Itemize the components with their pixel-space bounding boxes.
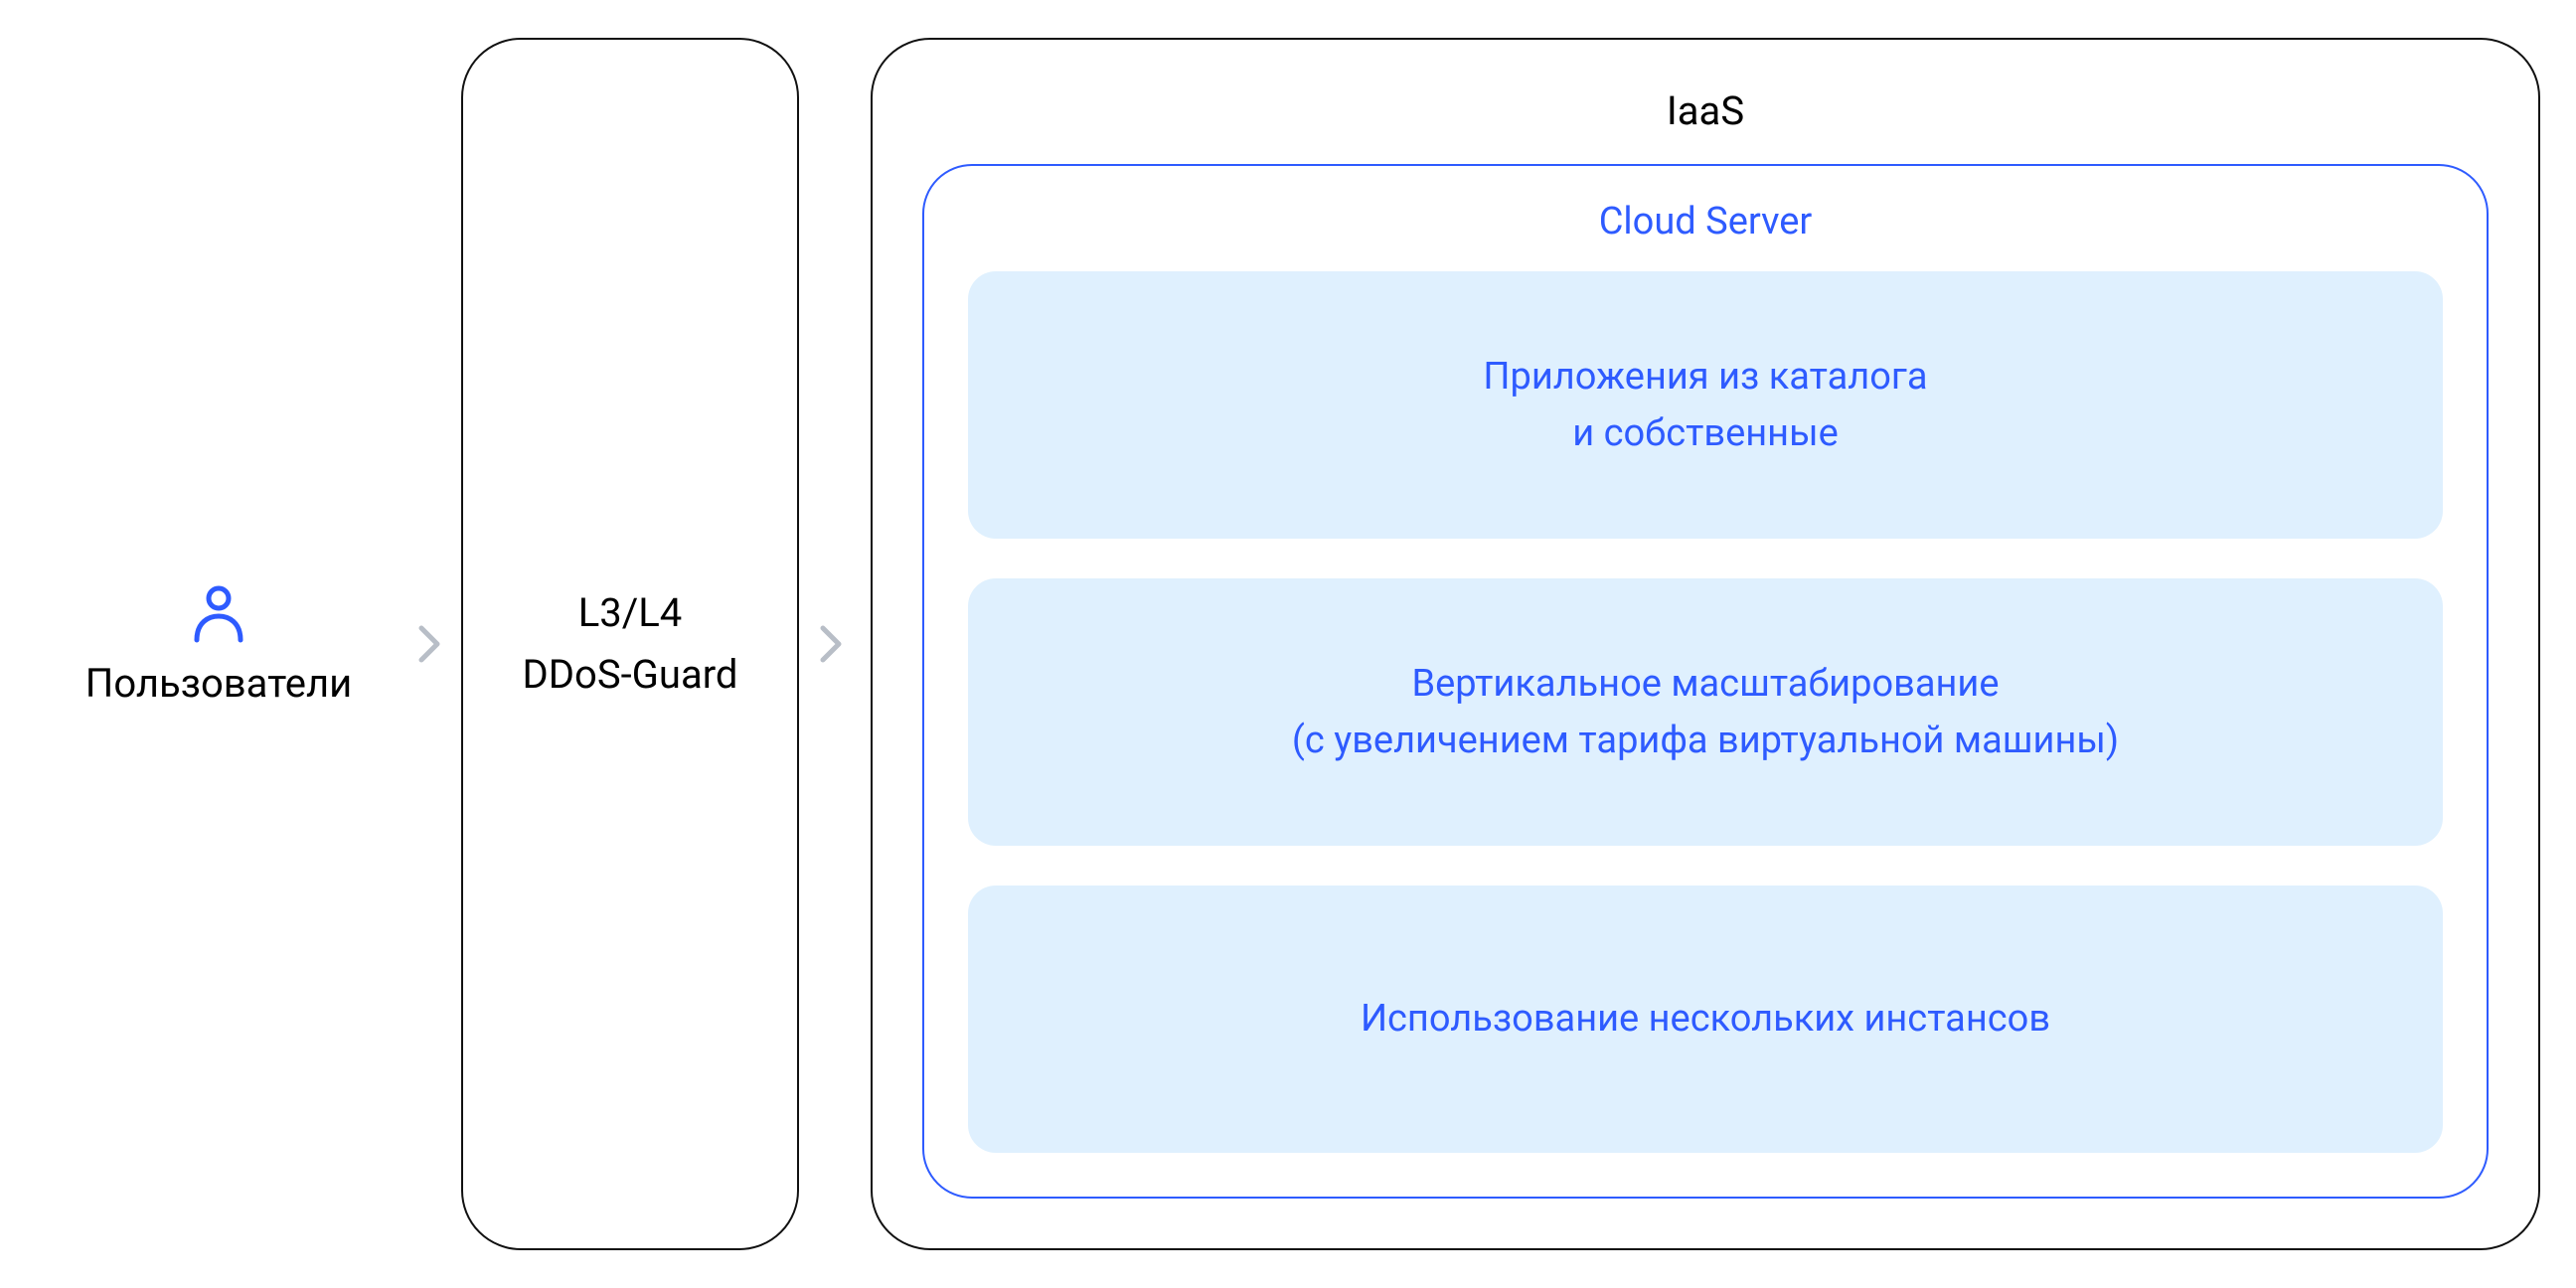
- card-catalog-apps: Приложения из каталога и собственные: [968, 271, 2443, 539]
- chevron-right-icon: [405, 620, 453, 668]
- cloud-server-box: Cloud Server Приложения из каталога и со…: [922, 164, 2489, 1199]
- users-column: Пользователи: [40, 582, 398, 707]
- guard-line1: L3/L4: [578, 582, 683, 644]
- card-line: и собственные: [1483, 405, 1927, 462]
- card-line: Приложения из каталога: [1483, 349, 1927, 405]
- user-icon: [187, 582, 250, 646]
- cloud-server-title: Cloud Server: [968, 200, 2443, 243]
- iaas-title: IaaS: [922, 87, 2489, 134]
- guard-line2: DDoS-Guard: [523, 644, 738, 706]
- ddos-guard-box: L3/L4 DDoS-Guard: [461, 38, 799, 1250]
- chevron-right-icon: [807, 620, 855, 668]
- card-line: (с увеличением тарифа виртуальной машины…: [1292, 713, 2119, 769]
- cloud-cards: Приложения из каталога и собственные Вер…: [968, 271, 2443, 1153]
- card-multiple-instances: Использование нескольких инстансов: [968, 886, 2443, 1153]
- users-label: Пользователи: [85, 660, 352, 707]
- card-vertical-scaling: Вертикальное масштабирование (с увеличен…: [968, 578, 2443, 846]
- iaas-box: IaaS Cloud Server Приложения из каталога…: [871, 38, 2540, 1250]
- card-line: Использование нескольких инстансов: [1361, 991, 2050, 1047]
- card-line: Вертикальное масштабирование: [1292, 656, 2119, 713]
- diagram-stage: Пользователи L3/L4 DDoS-Guard IaaS Cloud…: [0, 0, 2576, 1288]
